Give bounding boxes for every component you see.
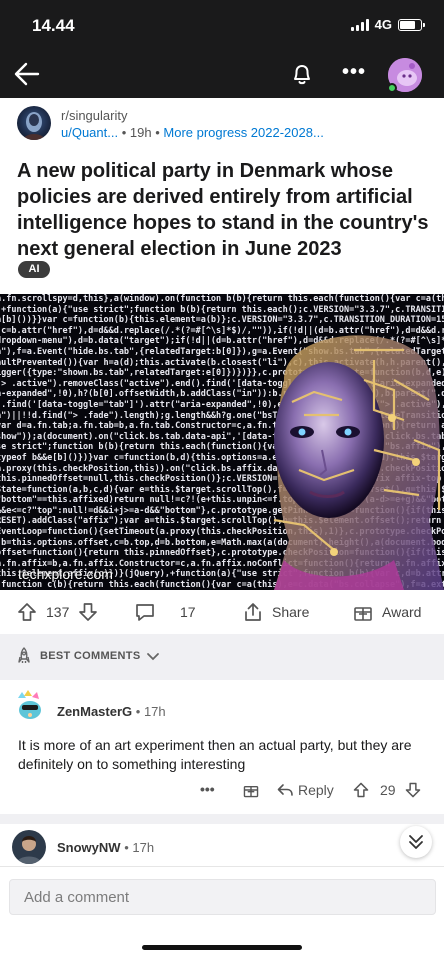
vote-control: 137 — [16, 590, 99, 634]
post-author[interactable]: u/Quant... — [61, 125, 118, 140]
comment-body: It is more of an art experiment then an … — [18, 737, 412, 772]
bell-icon — [294, 65, 310, 85]
award-gift-icon — [354, 607, 372, 621]
post-comment-count: 17 — [180, 604, 196, 620]
double-chevron-down-icon — [409, 835, 423, 849]
comment-award-button[interactable] — [242, 781, 260, 799]
post-image[interactable]: a.fn.scrollspy=d,this},a(window).on(func… — [0, 294, 444, 590]
commenter-avatar[interactable] — [12, 688, 46, 722]
comment-sort-label: BEST COMMENTS — [40, 650, 141, 662]
meta-separator: • — [121, 125, 130, 140]
post-title: A new political party in Denmark whose p… — [17, 160, 429, 260]
status-indicators: 4G — [350, 17, 425, 32]
share-label: Share — [272, 604, 310, 620]
downvote-arrow-icon[interactable] — [404, 781, 422, 799]
battery-level — [400, 20, 415, 29]
share-icon — [245, 603, 261, 621]
comment-sort-dropdown[interactable]: BEST COMMENTS — [14, 646, 160, 666]
comment-age: 17h — [132, 840, 155, 855]
robot-face-illustration — [273, 335, 444, 590]
upvote-arrow-icon[interactable] — [352, 781, 370, 799]
subreddit-avatar[interactable] — [17, 106, 51, 140]
snoo-avatar-icon — [12, 688, 46, 722]
cellular-signal-icon — [350, 18, 369, 31]
comment-reply-button[interactable]: Reply — [276, 781, 334, 799]
chevron-down-icon — [147, 653, 160, 661]
post-meta: u/Quant... • 19h • More progress 2022-20… — [61, 125, 324, 140]
post-tag-badge: AI — [18, 261, 50, 278]
more-options-button[interactable]: ••• — [340, 60, 368, 88]
comment-vote-count: 29 — [380, 782, 396, 798]
post-header: r/singularity u/Quant... • 19h • More pr… — [0, 98, 444, 150]
comment-separator — [0, 814, 444, 824]
add-comment-input[interactable] — [9, 879, 436, 915]
award-gift-icon — [243, 786, 259, 798]
upvote-arrow-icon[interactable] — [16, 601, 38, 623]
rocket-icon — [18, 647, 30, 663]
share-button[interactable]: Share — [242, 590, 309, 634]
home-indicator — [142, 945, 302, 950]
post-age: 19h — [129, 125, 152, 140]
comment-username[interactable]: SnowyNW — [57, 840, 121, 855]
back-button[interactable] — [12, 60, 42, 88]
commenter-avatar[interactable] — [12, 830, 46, 864]
user-photo-icon — [12, 830, 46, 864]
post-flair[interactable]: More progress 2022-2028... — [163, 125, 323, 140]
subreddit-name[interactable]: r/singularity — [61, 108, 127, 123]
reply-arrow-icon — [277, 784, 293, 796]
network-type: 4G — [374, 17, 392, 32]
comment-vote-control: 29 — [352, 781, 422, 799]
online-indicator — [387, 83, 397, 93]
status-time: 14.44 — [32, 16, 75, 35]
comment-header: ZenMasterG • 17h — [57, 704, 166, 719]
downvote-arrow-icon[interactable] — [77, 601, 99, 623]
comment-age: 17h — [143, 704, 166, 719]
post-vote-count: 137 — [46, 604, 70, 620]
image-source-watermark: techxplore.com — [18, 566, 113, 582]
back-arrow-icon — [14, 62, 40, 86]
reply-label: Reply — [298, 782, 334, 798]
award-label: Award — [382, 604, 422, 620]
comment-header: SnowyNW • 17h — [57, 840, 155, 855]
comment-username[interactable]: ZenMasterG — [57, 704, 132, 719]
comment-more-button[interactable]: ••• — [200, 781, 215, 797]
comments-button[interactable]: 17 — [134, 590, 196, 634]
comment-actions: ••• Reply 29 — [0, 778, 444, 804]
subreddit-icon — [23, 112, 45, 140]
award-button[interactable]: Award — [352, 590, 421, 634]
comment-bubble-icon — [136, 604, 154, 621]
app-bar: ••• — [0, 50, 444, 98]
battery-icon — [398, 18, 425, 31]
collapse-comments-button[interactable] — [400, 826, 432, 858]
post-actions-bar: 137 17 Share Award — [0, 590, 444, 634]
notifications-button[interactable] — [288, 60, 316, 88]
status-bar: 14.44 4G — [0, 0, 444, 50]
profile-avatar[interactable] — [387, 58, 422, 93]
